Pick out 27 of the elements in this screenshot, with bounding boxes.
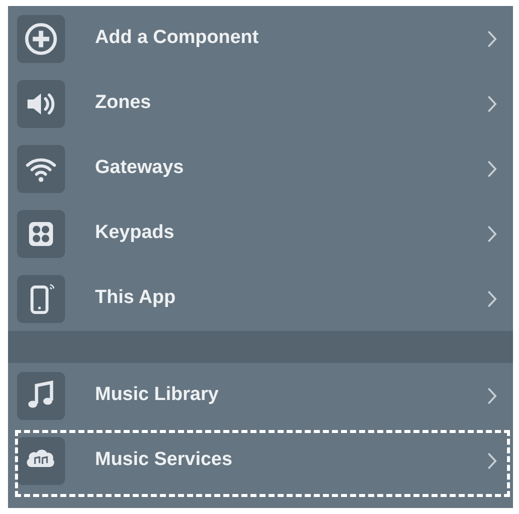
wifi-icon bbox=[17, 144, 65, 192]
phone-icon bbox=[17, 274, 65, 322]
chevron-icon bbox=[487, 94, 497, 112]
menu-label: This App bbox=[95, 286, 177, 310]
chevron-icon bbox=[487, 160, 497, 178]
chevron-icon bbox=[487, 452, 497, 470]
cloud-music-icon bbox=[17, 436, 65, 484]
menu-row[interactable]: Gateways bbox=[8, 136, 513, 201]
speaker-icon bbox=[17, 80, 65, 128]
chevron-icon bbox=[487, 224, 497, 242]
menu-row[interactable]: Zones bbox=[8, 71, 513, 136]
menu-row[interactable]: Music Library bbox=[8, 363, 513, 428]
chevron-icon bbox=[487, 30, 497, 48]
menu-row[interactable]: Music Services bbox=[8, 428, 513, 493]
menu-row[interactable]: Add a Component bbox=[8, 6, 513, 71]
menu-label: Zones bbox=[95, 91, 152, 116]
music-note-icon bbox=[17, 372, 65, 420]
menu-label: Music Services bbox=[95, 448, 234, 472]
menu-label: Keypads bbox=[95, 221, 176, 246]
chevron-icon bbox=[487, 386, 497, 404]
chevron-icon bbox=[487, 290, 497, 308]
keypad-icon bbox=[17, 210, 65, 258]
menu-label: Add a Component bbox=[95, 26, 260, 50]
menu-label: Gateways bbox=[95, 156, 185, 180]
menu-label: Music Library bbox=[95, 383, 220, 408]
menu-row[interactable]: This App bbox=[8, 266, 513, 331]
menu-row[interactable]: Keypads bbox=[8, 201, 513, 266]
